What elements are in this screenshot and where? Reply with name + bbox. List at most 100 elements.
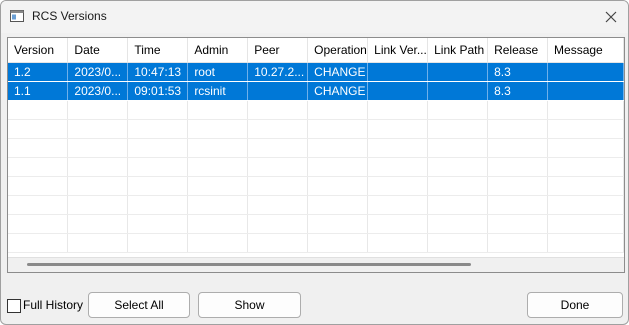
column-header-time[interactable]: Time <box>127 38 189 63</box>
versions-table-container: Version Date Time Admin Peer Operation L… <box>7 37 625 273</box>
cell-link-path <box>427 81 489 101</box>
empty-cell <box>247 233 309 253</box>
table-row[interactable]: 1.1 2023/0... 09:01:53 rcsinit CHANGE 8.… <box>8 81 624 101</box>
column-header-link-version[interactable]: Link Ver... <box>367 38 429 63</box>
empty-table-row <box>8 233 624 253</box>
empty-table-row <box>8 214 624 234</box>
empty-cell <box>427 233 489 253</box>
cell-operation: CHANGE <box>307 81 369 101</box>
empty-cell <box>487 233 549 253</box>
cell-version: 1.1 <box>8 81 69 101</box>
cell-release: 8.3 <box>487 62 549 82</box>
empty-cell <box>67 214 129 234</box>
empty-cell <box>367 119 429 139</box>
empty-table-row <box>8 195 624 215</box>
empty-cell <box>367 138 429 158</box>
column-header-version[interactable]: Version <box>8 38 69 63</box>
empty-cell <box>427 119 489 139</box>
empty-table-row <box>8 138 624 158</box>
empty-cell <box>187 233 249 253</box>
show-differences-button[interactable]: Show Differences... <box>198 292 301 324</box>
empty-cell <box>127 195 189 215</box>
cell-version: 1.2 <box>8 62 69 82</box>
empty-cell <box>187 176 249 196</box>
empty-cell <box>8 214 69 234</box>
empty-cell <box>187 195 249 215</box>
column-header-peer[interactable]: Peer <box>247 38 309 63</box>
empty-cell <box>8 119 69 139</box>
cell-admin: rcsinit <box>187 81 249 101</box>
empty-cell <box>547 157 624 177</box>
empty-cell <box>427 214 489 234</box>
empty-cell <box>67 195 129 215</box>
table-row[interactable]: 1.2 2023/0... 10:47:13 root 10.27.2... C… <box>8 62 624 82</box>
empty-cell <box>127 138 189 158</box>
empty-table-row <box>8 119 624 139</box>
cell-operation: CHANGE <box>307 62 369 82</box>
empty-cell <box>487 176 549 196</box>
close-icon <box>605 11 617 23</box>
empty-cell <box>547 119 624 139</box>
full-history-label[interactable]: Full History <box>23 298 83 312</box>
empty-cell <box>67 176 129 196</box>
empty-cell <box>127 214 189 234</box>
select-all-button[interactable]: Select All <box>88 292 190 318</box>
horizontal-scrollbar-thumb[interactable] <box>27 263 471 266</box>
empty-cell <box>8 138 69 158</box>
empty-cell <box>8 157 69 177</box>
done-button[interactable]: Done <box>527 292 623 318</box>
cell-date: 2023/0... <box>67 62 129 82</box>
cell-link-version <box>367 62 429 82</box>
empty-cell <box>367 157 429 177</box>
empty-cell <box>247 138 309 158</box>
empty-cell <box>67 138 129 158</box>
cell-time: 09:01:53 <box>127 81 189 101</box>
empty-cell <box>547 214 624 234</box>
empty-cell <box>307 214 369 234</box>
full-history-checkbox[interactable] <box>7 299 21 313</box>
empty-cell <box>8 100 69 120</box>
rcs-versions-dialog: RCS Versions Version Date Time Admin Pee… <box>0 0 629 325</box>
empty-cell <box>187 157 249 177</box>
empty-cell <box>187 214 249 234</box>
empty-cell <box>307 100 369 120</box>
column-header-operation[interactable]: Operation <box>307 38 369 63</box>
empty-cell <box>547 100 624 120</box>
column-header-date[interactable]: Date <box>67 38 129 63</box>
column-header-release[interactable]: Release <box>487 38 549 63</box>
title-bar: RCS Versions <box>1 1 628 33</box>
empty-cell <box>307 119 369 139</box>
cell-release: 8.3 <box>487 81 549 101</box>
column-header-admin[interactable]: Admin <box>187 38 249 63</box>
empty-cell <box>187 100 249 120</box>
empty-cell <box>127 233 189 253</box>
empty-cell <box>487 214 549 234</box>
empty-cell <box>247 157 309 177</box>
empty-cell <box>307 233 369 253</box>
horizontal-scrollbar[interactable] <box>8 257 624 272</box>
empty-cell <box>67 100 129 120</box>
empty-cell <box>487 100 549 120</box>
empty-cell <box>487 119 549 139</box>
close-button[interactable] <box>594 1 628 33</box>
column-header-link-path[interactable]: Link Path <box>427 38 489 63</box>
empty-cell <box>127 157 189 177</box>
cell-admin: root <box>187 62 249 82</box>
empty-table-row <box>8 176 624 196</box>
empty-cell <box>427 195 489 215</box>
window-title: RCS Versions <box>32 9 107 23</box>
empty-cell <box>8 233 69 253</box>
cell-link-path <box>427 62 489 82</box>
empty-cell <box>67 157 129 177</box>
empty-cell <box>67 233 129 253</box>
column-header-message[interactable]: Message <box>547 38 624 63</box>
empty-cell <box>367 233 429 253</box>
empty-cell <box>547 195 624 215</box>
empty-table-row <box>8 157 624 177</box>
empty-cell <box>367 100 429 120</box>
empty-cell <box>247 195 309 215</box>
empty-cell <box>127 119 189 139</box>
empty-cell <box>8 176 69 196</box>
empty-cell <box>547 138 624 158</box>
empty-cell <box>427 100 489 120</box>
